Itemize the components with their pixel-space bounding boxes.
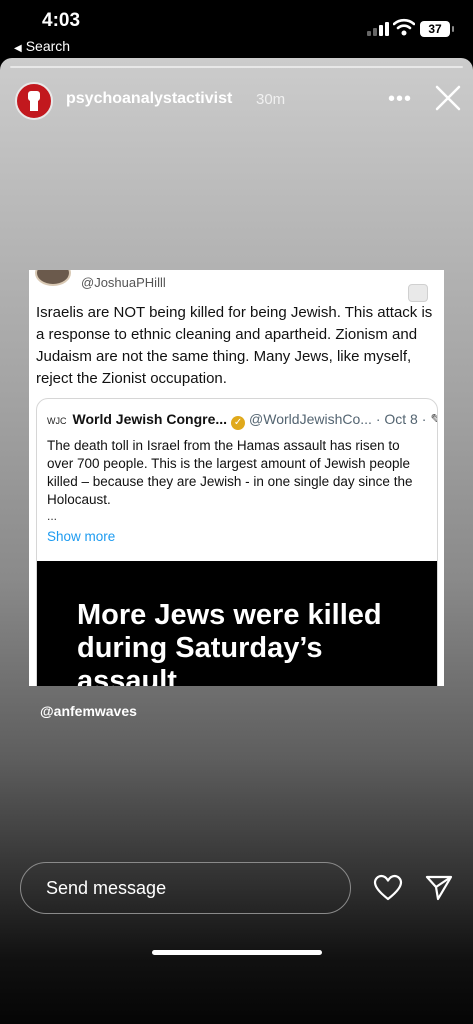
verified-badge-icon: ✓ — [231, 416, 246, 430]
quoted-org-handle: @WorldJewishCo... — [249, 411, 372, 427]
fist-icon — [28, 91, 40, 111]
heart-icon[interactable] — [373, 874, 403, 902]
shared-post-card[interactable]: @JoshuaPHilll Israelis are NOT being kil… — [29, 270, 444, 686]
back-to-search-link[interactable]: ◀ Search — [14, 38, 70, 54]
checkbox-icon — [408, 284, 428, 302]
quoted-post-header: WJC World Jewish Congre... ✓ @WorldJewishCo… — [47, 411, 437, 430]
battery-indicator: 37 — [420, 21, 454, 37]
close-icon[interactable] — [434, 84, 462, 112]
post-author-handle: @JoshuaPHilll — [81, 275, 166, 290]
quoted-post: WJC World Jewish Congre... ✓ @WorldJewishCo… — [36, 398, 438, 686]
image-headline: More Jews were killed during Saturday’s … — [77, 599, 382, 686]
send-message-input[interactable]: Send message — [20, 862, 351, 914]
post-text: Israelis are NOT being killed for being … — [36, 304, 433, 387]
quoted-date: · Oct 8 · — [375, 411, 427, 427]
story-time: 30m — [256, 91, 286, 108]
wifi-icon — [393, 18, 415, 36]
status-bar: 4:03 ◀ Search 37 — [0, 0, 473, 58]
post-author-avatar — [35, 270, 71, 286]
mention-sticker[interactable]: @anfemwaves — [40, 703, 137, 719]
story-username[interactable]: psychoanalystactivist — [66, 90, 232, 108]
avatar[interactable] — [15, 82, 53, 120]
signal-icon — [367, 22, 389, 36]
send-icon[interactable] — [425, 874, 453, 902]
status-time: 4:03 — [42, 10, 81, 31]
edit-icon: ✎ — [430, 411, 437, 427]
org-logo-icon: WJC — [47, 416, 67, 426]
back-label: Search — [25, 38, 71, 54]
back-arrow-icon: ◀ — [14, 43, 22, 54]
home-indicator — [152, 950, 322, 955]
show-more-link: Show more — [47, 529, 116, 544]
more-options-button[interactable]: ••• — [388, 88, 412, 111]
send-message-placeholder: Send message — [46, 878, 167, 898]
quoted-post-image: More Jews were killed during Saturday’s … — [37, 561, 437, 686]
quoted-post-text: The death toll in Israel from the Hamas … — [47, 438, 413, 507]
story-progress-bar — [10, 66, 463, 68]
quoted-org-name: World Jewish Congre... — [72, 411, 228, 427]
quoted-ellipsis: ... — [47, 509, 58, 523]
